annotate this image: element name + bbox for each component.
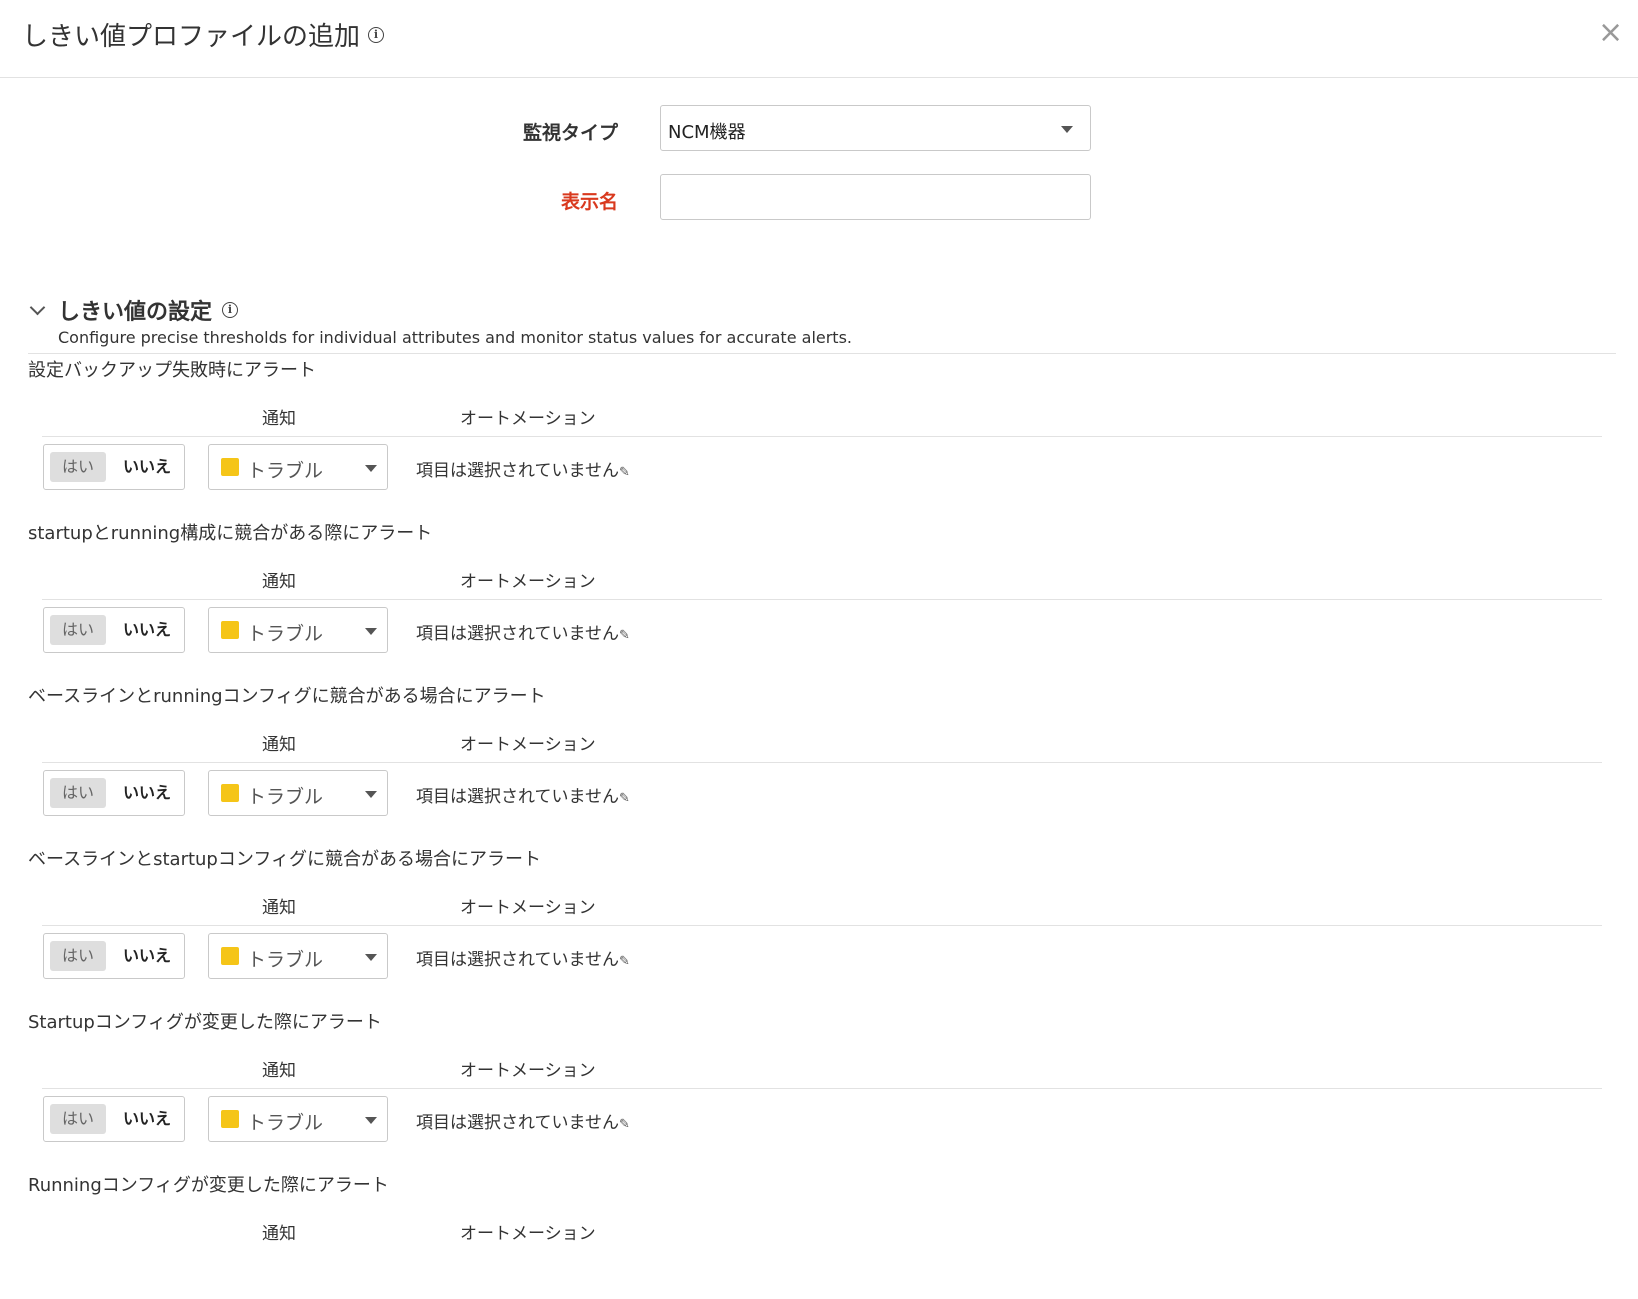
toggle-no[interactable]: いいえ (116, 615, 178, 645)
chevron-down-icon (1061, 126, 1073, 133)
info-icon[interactable]: i (222, 302, 239, 318)
automation-placeholder: 項目は選択されていません (416, 461, 619, 481)
display-name-input[interactable] (660, 174, 1091, 220)
section-description: Configure precise thresholds for individ… (58, 328, 852, 347)
severity-label: トラブル (247, 623, 324, 645)
severity-select[interactable]: トラブル (208, 1096, 388, 1142)
notify-toggle[interactable]: はい いいえ (43, 1096, 185, 1142)
automation-placeholder: 項目は選択されていません (416, 1113, 619, 1133)
automation-select[interactable]: 項目は選択されていません✎ (416, 782, 630, 807)
severity-label: トラブル (247, 1112, 324, 1134)
edit-pencil-icon[interactable]: ✎ (619, 791, 630, 806)
monitor-type-value: NCM機器 (668, 122, 746, 143)
notify-toggle[interactable]: はい いいえ (43, 770, 185, 816)
automation-select[interactable]: 項目は選択されていません✎ (416, 945, 630, 970)
threshold-title: ベースラインとstartupコンフィグに競合がある場合にアラート (28, 849, 541, 870)
threshold-row: Startupコンフィグが変更した際にアラート 通知 オートメーション はい い… (0, 1008, 1638, 1178)
threshold-row: startupとrunning構成に競合がある際にアラート 通知 オートメーショ… (0, 519, 1638, 689)
threshold-title: Startupコンフィグが変更した際にアラート (28, 1012, 382, 1033)
automation-placeholder: 項目は選択されていません (416, 950, 619, 970)
dialog-header: しきい値プロファイルの追加 i × (0, 0, 1638, 78)
close-icon[interactable]: × (1598, 18, 1623, 48)
threshold-title: Runningコンフィグが変更した際にアラート (28, 1175, 389, 1196)
notify-column-header: 通知 (262, 572, 296, 592)
severity-select[interactable]: トラブル (208, 933, 388, 979)
automation-column-header: オートメーション (460, 409, 596, 429)
severity-color-swatch (221, 947, 239, 965)
automation-column-header: オートメーション (460, 1224, 596, 1244)
threshold-title: ベースラインとrunningコンフィグに競合がある場合にアラート (28, 686, 546, 707)
section-title: しきい値の設定 i (58, 294, 239, 326)
notify-toggle[interactable]: はい いいえ (43, 607, 185, 653)
automation-placeholder: 項目は選択されていません (416, 787, 619, 807)
toggle-yes[interactable]: はい (50, 1104, 106, 1134)
toggle-yes[interactable]: はい (50, 778, 106, 808)
notify-column-header: 通知 (262, 898, 296, 918)
severity-select[interactable]: トラブル (208, 444, 388, 490)
threshold-row: ベースラインとrunningコンフィグに競合がある場合にアラート 通知 オートメ… (0, 682, 1638, 852)
toggle-yes[interactable]: はい (50, 452, 106, 482)
threshold-row: 設定バックアップ失敗時にアラート 通知 オートメーション はい いいえ トラブル… (0, 356, 1638, 526)
automation-select[interactable]: 項目は選択されていません✎ (416, 619, 630, 644)
notify-toggle[interactable]: はい いいえ (43, 933, 185, 979)
divider (42, 1088, 1602, 1089)
toggle-no[interactable]: いいえ (116, 941, 178, 971)
automation-column-header: オートメーション (460, 735, 596, 755)
dialog-title-text: しきい値プロファイルの追加 (22, 22, 361, 52)
severity-select[interactable]: トラブル (208, 770, 388, 816)
edit-pencil-icon[interactable]: ✎ (619, 628, 630, 643)
divider (42, 925, 1602, 926)
severity-label: トラブル (247, 786, 324, 808)
dialog-title: しきい値プロファイルの追加 i (22, 16, 385, 53)
threshold-title: 設定バックアップ失敗時にアラート (28, 360, 316, 381)
automation-column-header: オートメーション (460, 572, 596, 592)
toggle-no[interactable]: いいえ (116, 1104, 178, 1134)
threshold-title: startupとrunning構成に競合がある際にアラート (28, 523, 433, 544)
monitor-type-select[interactable]: NCM機器 (660, 105, 1091, 151)
severity-label: トラブル (247, 460, 324, 482)
toggle-no[interactable]: いいえ (116, 778, 178, 808)
chevron-down-icon (365, 791, 377, 798)
severity-color-swatch (221, 784, 239, 802)
toggle-no[interactable]: いいえ (116, 452, 178, 482)
notify-column-header: 通知 (262, 1061, 296, 1081)
notify-column-header: 通知 (262, 735, 296, 755)
automation-column-header: オートメーション (460, 1061, 596, 1081)
severity-label: トラブル (247, 949, 324, 971)
notify-toggle[interactable]: はい いいえ (43, 444, 185, 490)
edit-pencil-icon[interactable]: ✎ (619, 465, 630, 480)
toggle-yes[interactable]: はい (50, 941, 106, 971)
section-title-text: しきい値の設定 (58, 300, 213, 325)
divider (42, 599, 1602, 600)
edit-pencil-icon[interactable]: ✎ (619, 1117, 630, 1132)
threshold-row: Runningコンフィグが変更した際にアラート 通知 オートメーション (0, 1171, 1638, 1299)
divider (42, 436, 1602, 437)
chevron-down-icon (365, 1117, 377, 1124)
divider (28, 353, 1616, 354)
severity-color-swatch (221, 458, 239, 476)
automation-select[interactable]: 項目は選択されていません✎ (416, 456, 630, 481)
collapse-chevron-icon[interactable] (29, 299, 46, 316)
toggle-yes[interactable]: はい (50, 615, 106, 645)
automation-select[interactable]: 項目は選択されていません✎ (416, 1108, 630, 1133)
info-icon[interactable]: i (368, 26, 385, 43)
automation-placeholder: 項目は選択されていません (416, 624, 619, 644)
display-name-label: 表示名 (560, 191, 618, 213)
automation-column-header: オートメーション (460, 898, 596, 918)
notify-column-header: 通知 (262, 409, 296, 429)
edit-pencil-icon[interactable]: ✎ (619, 954, 630, 969)
notify-column-header: 通知 (262, 1224, 296, 1244)
severity-color-swatch (221, 621, 239, 639)
severity-color-swatch (221, 1110, 239, 1128)
chevron-down-icon (365, 465, 377, 472)
severity-select[interactable]: トラブル (208, 607, 388, 653)
divider (42, 762, 1602, 763)
chevron-down-icon (365, 954, 377, 961)
chevron-down-icon (365, 628, 377, 635)
monitor-type-label: 監視タイプ (522, 122, 618, 144)
threshold-row: ベースラインとstartupコンフィグに競合がある場合にアラート 通知 オートメ… (0, 845, 1638, 1015)
